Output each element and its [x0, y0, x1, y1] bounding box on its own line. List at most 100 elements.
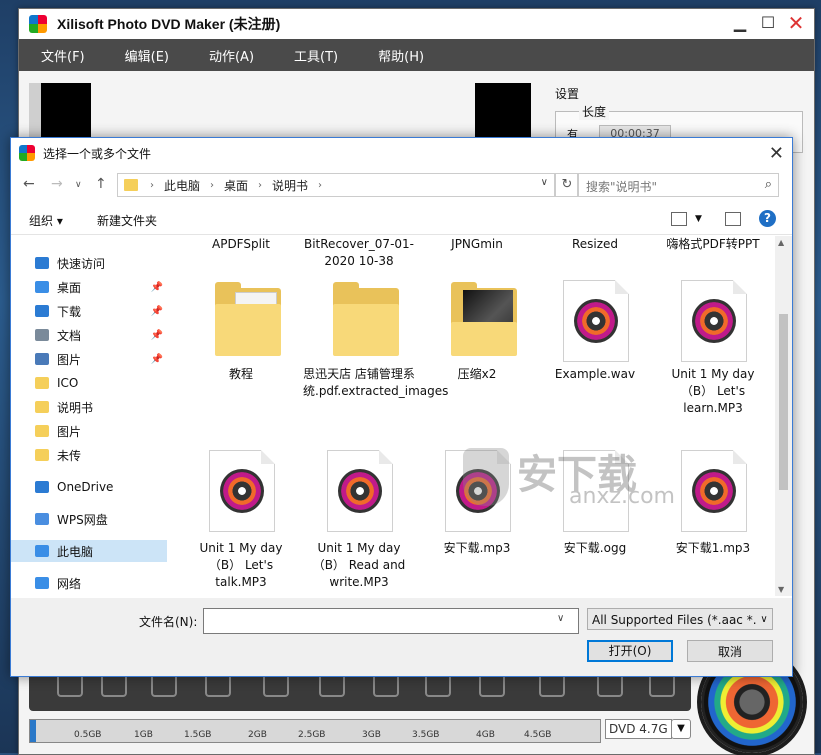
scroll-thumb[interactable] — [779, 314, 788, 490]
refresh-icon[interactable]: ↻ — [555, 173, 579, 197]
capacity-bar: 0.5GB 1GB 1.5GB 2GB 2.5GB 3GB 3.5GB 4GB … — [29, 719, 601, 743]
capacity-tick: 2.5GB — [298, 730, 326, 740]
breadcrumb-item[interactable]: 桌面 — [224, 177, 248, 194]
dialog-title-bar: 选择一个或多个文件 ✕ — [11, 138, 792, 168]
navigation-pane: 快速访问 桌面 📌 下载 📌 文档 📌 图片 📌 ICO 说明书 图片 未传 OneDrive WPS网盘此… — [11, 236, 169, 596]
sidebar-item[interactable]: ICO — [11, 372, 167, 394]
file-name: Resized — [571, 237, 619, 251]
file-name: 安下载.mp3 — [443, 541, 511, 555]
breadcrumb-item[interactable]: 说明书 — [272, 177, 308, 194]
download-icon — [35, 305, 49, 317]
file-name: Unit 1 My day （B） Let's talk.MP3 — [199, 541, 283, 589]
file-name: JPNGmin — [451, 237, 503, 251]
chevron-down-icon[interactable]: ▼ — [671, 719, 691, 739]
breadcrumb-item[interactable]: 此电脑 — [164, 177, 200, 194]
sidebar-item-label: 桌面 — [57, 280, 82, 295]
picture-icon — [35, 353, 49, 365]
list-item[interactable]: 教程 — [185, 280, 297, 410]
list-item[interactable]: 思迅天店 店铺管理系统.pdf.extracted_images — [303, 280, 449, 430]
menu-file[interactable]: 文件(F) — [41, 46, 85, 65]
list-item[interactable]: 嗨格式PDF转PPT — [657, 236, 769, 253]
chevron-right-icon: › — [258, 179, 263, 191]
file-name: Unit 1 My day （B） Read and write.MP3 — [312, 541, 406, 589]
scroll-up-icon[interactable]: ▲ — [778, 238, 784, 247]
sidebar-item[interactable]: 下载 📌 — [11, 300, 167, 322]
chevron-right-icon: › — [210, 179, 215, 191]
dialog-logo-icon — [19, 145, 35, 161]
list-item[interactable]: BitRecover_07-01-2020 10-38 — [303, 236, 415, 270]
app-title-bar: Xilisoft Photo DVD Maker (未注册) ▁ ☐ ✕ — [19, 9, 814, 39]
list-item[interactable]: Unit 1 My day （B） Read and write.MP3 — [303, 450, 415, 596]
organize-button[interactable]: 组织 ▾ — [29, 212, 63, 229]
menu-action[interactable]: 动作(A) — [209, 46, 254, 65]
capacity-tick: 2GB — [248, 730, 267, 740]
audio-file-icon — [209, 450, 275, 532]
sidebar-item[interactable]: 说明书 — [11, 396, 167, 418]
sidebar-item-label: 图片 — [57, 424, 82, 439]
menu-bar: 文件(F) 编辑(E) 动作(A) 工具(T) 帮助(H) — [19, 39, 814, 71]
folder-icon — [35, 425, 49, 437]
close-icon[interactable]: ✕ — [769, 143, 784, 164]
chevron-down-icon: ∨ — [756, 609, 772, 629]
menu-tools[interactable]: 工具(T) — [294, 46, 338, 65]
pin-icon: 📌 — [150, 353, 163, 365]
chevron-down-icon[interactable]: ∨ — [557, 613, 564, 624]
pin-icon: 📌 — [150, 281, 163, 293]
forward-icon[interactable]: → — [51, 176, 63, 192]
view-mode-icon[interactable] — [671, 212, 687, 226]
sidebar-item[interactable]: OneDrive — [11, 476, 167, 498]
recent-chevron-icon[interactable]: ∨ — [75, 180, 82, 190]
open-button[interactable]: 打开(O) — [587, 640, 673, 662]
menu-edit[interactable]: 编辑(E) — [125, 46, 169, 65]
sidebar-item[interactable]: 图片 📌 — [11, 348, 167, 370]
capacity-tick: 3.5GB — [412, 730, 440, 740]
sidebar-item[interactable]: 图片 — [11, 420, 167, 442]
sidebar-item[interactable]: 文档 📌 — [11, 324, 167, 346]
sidebar-item-label: 此电脑 — [57, 544, 94, 559]
sidebar-item[interactable]: 快速访问 — [11, 252, 167, 274]
sidebar-item[interactable]: 网络 — [11, 572, 167, 594]
sidebar-item[interactable]: WPS网盘 — [11, 508, 167, 530]
settings-label: 设置 — [555, 87, 580, 101]
search-placeholder: 搜索"说明书" — [586, 180, 658, 194]
sidebar-item[interactable]: 未传 — [11, 444, 167, 466]
cancel-button[interactable]: 取消 — [687, 640, 773, 662]
sidebar-item-label: 图片 — [57, 352, 82, 367]
capacity-tick: 1GB — [134, 730, 153, 740]
address-bar[interactable]: › 此电脑 › 桌面 › 说明书 › ∨ — [117, 173, 555, 197]
list-item[interactable]: APDFSplit — [185, 236, 297, 253]
folder-icon — [35, 449, 49, 461]
menu-help[interactable]: 帮助(H) — [378, 46, 424, 65]
file-name: 思迅天店 店铺管理系统.pdf.extracted_images — [303, 367, 449, 398]
list-item[interactable]: Example.wav — [539, 280, 651, 410]
new-folder-button[interactable]: 新建文件夹 — [97, 212, 157, 229]
up-icon[interactable]: ↑ — [95, 176, 107, 192]
sidebar-item[interactable]: 此电脑 — [11, 540, 167, 562]
scrollbar[interactable]: ▲ ▼ — [775, 236, 792, 596]
filename-label: 文件名(N): — [139, 615, 198, 629]
preview-pane-icon[interactable] — [725, 212, 741, 226]
pin-icon: 📌 — [150, 329, 163, 341]
pin-icon: 📌 — [150, 305, 163, 317]
back-icon[interactable]: ← — [23, 176, 35, 192]
minimize-icon[interactable]: ▁ — [730, 13, 750, 33]
help-icon[interactable]: ? — [759, 210, 776, 227]
close-icon[interactable]: ✕ — [786, 13, 806, 33]
chevron-down-icon[interactable]: ▼ — [695, 214, 702, 224]
file-name: APDFSplit — [212, 237, 270, 251]
file-type-select[interactable]: All Supported Files (*.aac *.a ∨ — [587, 608, 773, 630]
dvd-type-select[interactable]: DVD 4.7G — [605, 719, 672, 739]
filename-input[interactable] — [203, 608, 579, 634]
chevron-down-icon[interactable]: ∨ — [541, 177, 548, 188]
chevron-right-icon: › — [150, 179, 154, 191]
scroll-down-icon[interactable]: ▼ — [778, 585, 784, 594]
list-item[interactable]: Unit 1 My day （B） Let's learn.MP3 — [657, 280, 769, 415]
watermark-shield-icon — [463, 448, 509, 506]
search-input[interactable]: 搜索"说明书" ⌕ — [577, 173, 779, 197]
list-item[interactable]: Resized — [539, 236, 651, 253]
sidebar-item[interactable]: 桌面 📌 — [11, 276, 167, 298]
maximize-icon[interactable]: ☐ — [758, 13, 778, 33]
list-item[interactable]: JPNGmin — [421, 236, 533, 253]
list-item[interactable]: Unit 1 My day （B） Let's talk.MP3 — [185, 450, 297, 596]
list-item[interactable]: 压缩x2 — [421, 280, 533, 410]
